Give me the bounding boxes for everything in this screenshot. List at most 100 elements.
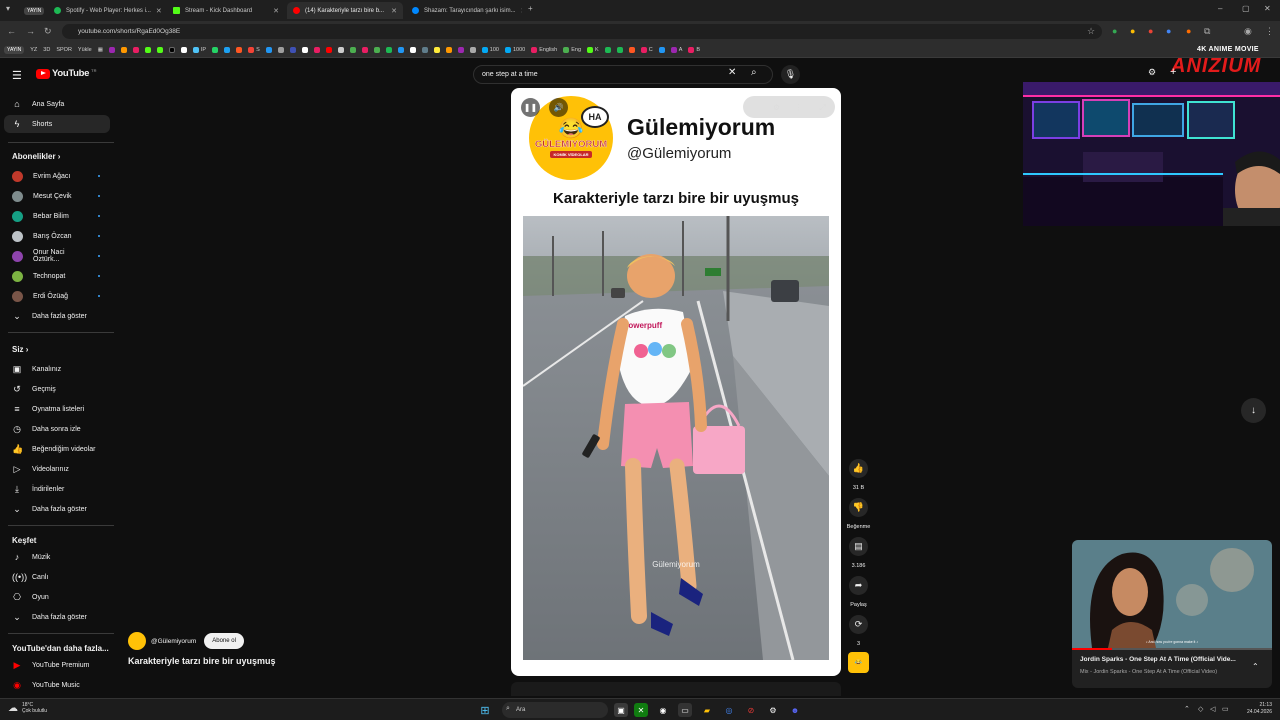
bookmark-icon[interactable] bbox=[385, 46, 392, 53]
tab-youtube-active[interactable]: (14) Karakteriyle tarzı bire b... ✕ bbox=[287, 2, 403, 19]
like-button[interactable]: 👍 31 B bbox=[849, 459, 868, 491]
subscription-item[interactable]: Onur Naci Öztürk... bbox=[4, 247, 110, 265]
sidebar-item-home[interactable]: ⌂ Ana Sayfa bbox=[4, 95, 110, 113]
new-tab-icon[interactable]: + bbox=[528, 4, 533, 13]
bookmark-icon[interactable] bbox=[277, 46, 284, 53]
bookmark-star-icon[interactable]: ☆ bbox=[1087, 26, 1095, 37]
bookmark-icon[interactable] bbox=[224, 46, 231, 53]
tab-kick[interactable]: Stream - Kick Dashboard ✕ bbox=[167, 2, 285, 19]
subscribe-button[interactable]: Abone ol bbox=[204, 633, 244, 649]
bookmark-icon[interactable] bbox=[433, 46, 440, 53]
subscription-item[interactable]: Bebar Bilim bbox=[4, 207, 110, 225]
bookmark-folder-icon[interactable]: ▦ bbox=[98, 47, 103, 53]
volume-tray-icon[interactable]: ◁ bbox=[1210, 705, 1215, 713]
bookmark-icon[interactable] bbox=[156, 46, 163, 53]
network-icon[interactable]: ◇ bbox=[1198, 705, 1203, 713]
bookmark-icon[interactable] bbox=[445, 46, 452, 53]
settings-icon[interactable]: ⚙ bbox=[767, 98, 786, 117]
bookmark-item[interactable]: YAYIN bbox=[4, 45, 25, 54]
xbox-icon[interactable]: ✕ bbox=[634, 703, 648, 717]
forward-icon[interactable]: → bbox=[26, 26, 35, 36]
extensions-puzzle-icon[interactable]: ⧉ bbox=[1204, 26, 1210, 37]
sidebar-item-channel[interactable]: ▣ Kanalınız bbox=[4, 360, 110, 378]
sidebar-item-your-videos[interactable]: ▷ Videolarınız bbox=[4, 460, 110, 478]
bookmark-item[interactable]: 3D bbox=[43, 47, 50, 53]
maximize-icon[interactable]: ▢ bbox=[1242, 4, 1250, 13]
subscription-item[interactable]: Erdi Özüağ bbox=[4, 287, 110, 305]
chevron-up-icon[interactable]: ⌃ bbox=[1252, 662, 1259, 671]
sidebar-item-youtube-premium[interactable]: ▶ YouTube Premium bbox=[4, 656, 110, 674]
search-icon[interactable]: ⌕ bbox=[751, 67, 757, 78]
explore-show-more[interactable]: ⌄ Daha fazla göster bbox=[4, 608, 110, 626]
bookmark-icon[interactable] bbox=[457, 46, 464, 53]
obs-icon[interactable]: ◉ bbox=[656, 703, 670, 717]
bookmark-icon[interactable] bbox=[212, 46, 219, 53]
microphone-icon[interactable]: 🎙 bbox=[781, 65, 800, 84]
tray-chevron-icon[interactable]: ⌃ bbox=[1184, 705, 1190, 713]
you-show-more[interactable]: ⌄ Daha fazla göster bbox=[4, 500, 110, 518]
sidebar-item-shorts[interactable]: ϟ Shorts bbox=[4, 115, 110, 133]
bookmark-item[interactable]: IP bbox=[192, 46, 206, 53]
back-icon[interactable]: ← bbox=[7, 26, 16, 36]
window-close-icon[interactable]: ✕ bbox=[1264, 4, 1271, 13]
extension-icon[interactable]: ● bbox=[1112, 26, 1117, 36]
bookmark-item[interactable]: B bbox=[688, 46, 700, 53]
miniplayer-video[interactable] bbox=[1072, 540, 1272, 648]
sidebar-item-playlists[interactable]: ≡ Oynatma listeleri bbox=[4, 400, 110, 418]
close-icon[interactable]: ✕ bbox=[156, 7, 162, 15]
bookmark-item[interactable]: A bbox=[670, 46, 682, 53]
channel-avatar[interactable] bbox=[128, 632, 146, 650]
taskbar-search[interactable]: Ara bbox=[502, 702, 608, 718]
browser-menu-icon[interactable]: ⋮ bbox=[1265, 26, 1274, 37]
subscriptions-heading[interactable]: Abonelikler › bbox=[12, 152, 60, 161]
bookmark-icon[interactable] bbox=[325, 46, 332, 53]
bookmark-icon[interactable] bbox=[361, 46, 368, 53]
pause-icon[interactable]: ❚❚ bbox=[521, 98, 540, 117]
bookmark-item[interactable]: YZ bbox=[30, 47, 37, 53]
sidebar-item-gaming[interactable]: ⎔ Oyun bbox=[4, 588, 110, 606]
bookmark-icon[interactable] bbox=[144, 46, 151, 53]
bookmark-icon[interactable] bbox=[469, 46, 476, 53]
windows-start-icon[interactable]: ⊞ bbox=[478, 703, 492, 717]
tab-shazam[interactable]: Shazam: Tarayıcından şarkı isim... ✕ bbox=[406, 2, 522, 19]
bookmark-icon[interactable] bbox=[168, 46, 175, 53]
bookmark-icon[interactable] bbox=[120, 46, 127, 53]
channel-name[interactable]: @Gülemiyorum bbox=[151, 638, 196, 645]
bookmark-icon[interactable] bbox=[373, 46, 380, 53]
bookmark-icon[interactable] bbox=[265, 46, 272, 53]
app-icon[interactable]: ⚙ bbox=[766, 703, 780, 717]
bookmark-icon[interactable] bbox=[289, 46, 296, 53]
share-button[interactable]: ➦ Paylaş bbox=[849, 576, 868, 608]
bookmark-icon[interactable] bbox=[337, 46, 344, 53]
subscription-item[interactable]: Technopat bbox=[4, 267, 110, 285]
bookmark-item[interactable]: C bbox=[640, 46, 653, 53]
bookmark-item[interactable]: K bbox=[587, 46, 599, 53]
dislike-button[interactable]: 👎 Beğenme bbox=[847, 498, 870, 530]
sidebar-item-downloads[interactable]: ⤓ İndirilenler bbox=[4, 480, 110, 498]
subscription-item[interactable]: Barış Özcan bbox=[4, 227, 110, 245]
tab-group-badge[interactable]: YAYIN bbox=[22, 2, 44, 19]
bookmark-icon[interactable] bbox=[180, 46, 187, 53]
bookmark-item[interactable]: English bbox=[531, 46, 557, 53]
clear-search-icon[interactable]: ✕ bbox=[728, 67, 736, 78]
comments-button[interactable]: ▤ 3.186 bbox=[849, 537, 868, 569]
bookmark-icon[interactable] bbox=[313, 46, 320, 53]
bookmark-item[interactable]: S bbox=[248, 46, 260, 53]
volume-icon[interactable]: 🔊 bbox=[549, 98, 568, 117]
subscription-item[interactable]: Evrim Ağacı bbox=[4, 167, 110, 185]
miniplayer[interactable]: ♪ And how you're gonna make it ♪ Jordin … bbox=[1072, 540, 1272, 688]
bookmark-icon[interactable] bbox=[628, 46, 635, 53]
chrome-icon[interactable]: ◎ bbox=[722, 703, 736, 717]
task-view-icon[interactable]: ▣ bbox=[614, 703, 628, 717]
sidebar-item-live[interactable]: ((•)) Canlı bbox=[4, 568, 110, 586]
tab-spotify[interactable]: Spotify - Web Player: Herkes i... ✕ bbox=[48, 2, 164, 19]
bookmark-item[interactable]: Eng bbox=[563, 46, 581, 53]
short-player[interactable]: 😂 GÜLEMIYORUM KOMİK VİDEOLAR HA Gülemiyo… bbox=[511, 88, 841, 676]
video-frame[interactable]: Powerpuff bbox=[523, 216, 829, 660]
sidebar-item-youtube-music[interactable]: ◉ YouTube Music bbox=[4, 676, 110, 694]
extension-icon[interactable]: ● bbox=[1166, 26, 1171, 36]
you-heading[interactable]: Siz › bbox=[12, 345, 28, 354]
bookmark-icon[interactable] bbox=[108, 46, 115, 53]
sound-avatar[interactable]: 😂 bbox=[848, 652, 869, 673]
tab-search-icon[interactable]: ▾ bbox=[6, 4, 10, 13]
